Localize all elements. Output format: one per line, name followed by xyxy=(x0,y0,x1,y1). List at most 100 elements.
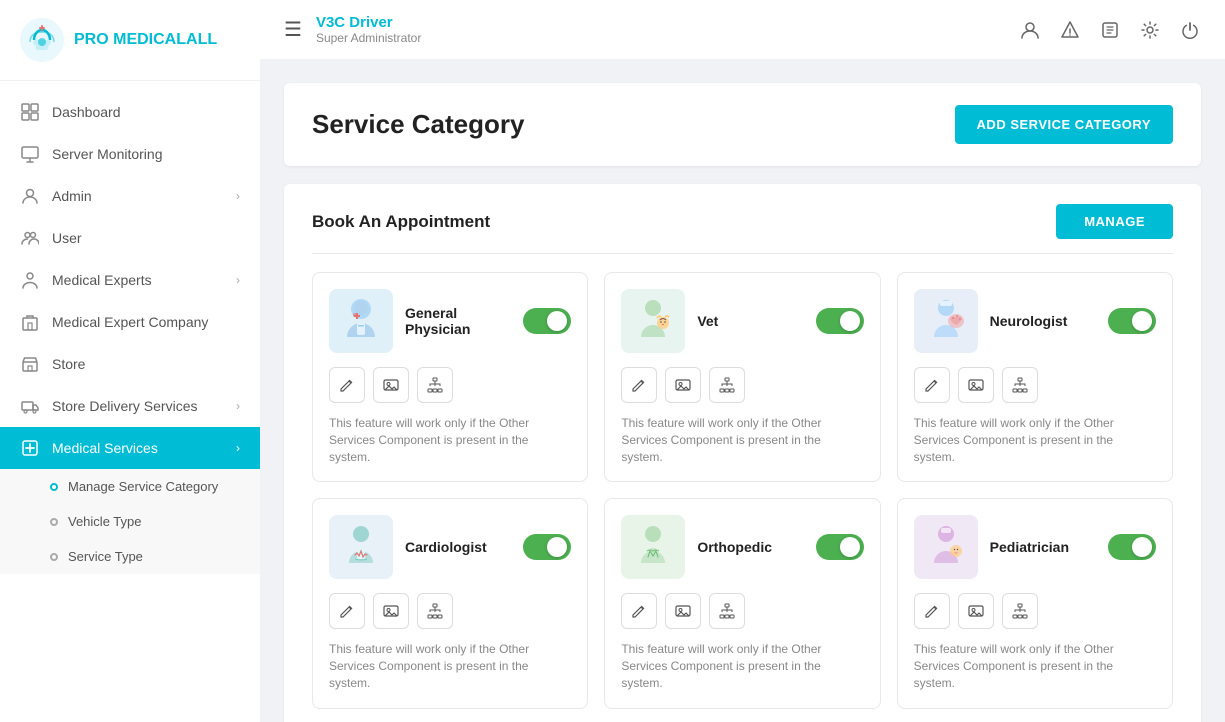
sidebar-logo: PRO MEDICALALL xyxy=(0,0,260,81)
content-area: Service Category ADD SERVICE CATEGORY Bo… xyxy=(260,59,1225,722)
sidebar-item-medical-services[interactable]: Medical Services › xyxy=(0,427,260,469)
image-action-button[interactable] xyxy=(665,593,701,629)
hamburger-button[interactable]: ☰ xyxy=(284,17,302,42)
sidebar-item-medical-expert-company[interactable]: Medical Expert Company xyxy=(0,301,260,343)
monitor-icon xyxy=(20,144,40,164)
edit-action-button[interactable] xyxy=(914,367,950,403)
user-icon[interactable] xyxy=(1019,19,1041,41)
image-action-button[interactable] xyxy=(958,593,994,629)
hierarchy-action-button[interactable] xyxy=(1002,593,1038,629)
service-card-cardiologist: Cardiologist This fea xyxy=(312,498,588,708)
add-service-category-button[interactable]: ADD SERVICE CATEGORY xyxy=(955,105,1173,144)
toggle-neurologist[interactable] xyxy=(1108,308,1156,334)
card-avatar xyxy=(914,515,978,579)
sidebar-sub-service-type[interactable]: Service Type xyxy=(0,539,260,574)
image-action-button[interactable] xyxy=(373,367,409,403)
alert-icon[interactable] xyxy=(1059,19,1081,41)
header: ☰ V3C Driver Super Administrator xyxy=(260,0,1225,59)
hierarchy-action-button[interactable] xyxy=(709,593,745,629)
edit-action-button[interactable] xyxy=(914,593,950,629)
image-action-button[interactable] xyxy=(665,367,701,403)
service-card-general-physician: General Physician Thi xyxy=(312,272,588,482)
card-top: Orthopedic xyxy=(621,515,863,579)
header-title: V3C Driver xyxy=(316,14,1005,31)
chevron-right-icon: › xyxy=(236,399,240,413)
card-actions xyxy=(914,367,1156,403)
sub-dot-icon xyxy=(50,518,58,526)
toggle-pediatrician[interactable] xyxy=(1108,534,1156,560)
sidebar-item-server-monitoring[interactable]: Server Monitoring xyxy=(0,133,260,175)
sidebar-item-store[interactable]: Store xyxy=(0,343,260,385)
card-avatar xyxy=(621,289,685,353)
card-name: Cardiologist xyxy=(405,539,511,555)
hierarchy-action-button[interactable] xyxy=(709,367,745,403)
toggle-orthopedic[interactable] xyxy=(816,534,864,560)
page-title: Service Category xyxy=(312,109,524,140)
card-actions xyxy=(914,593,1156,629)
card-name: Vet xyxy=(697,313,803,329)
edit-action-button[interactable] xyxy=(329,593,365,629)
card-name: General Physician xyxy=(405,305,511,337)
card-top: Pediatrician xyxy=(914,515,1156,579)
sidebar-item-store-delivery[interactable]: Store Delivery Services › xyxy=(0,385,260,427)
card-avatar xyxy=(621,515,685,579)
sidebar-item-medical-experts[interactable]: Medical Experts › xyxy=(0,259,260,301)
toggle-cardiologist[interactable] xyxy=(523,534,571,560)
sidebar-sub-manage-service-category[interactable]: Manage Service Category xyxy=(0,469,260,504)
medical-person-icon xyxy=(20,270,40,290)
chevron-right-icon: › xyxy=(236,189,240,203)
chevron-right-icon: › xyxy=(236,441,240,455)
sidebar-item-dashboard[interactable]: Dashboard xyxy=(0,91,260,133)
sidebar-item-admin[interactable]: Admin › xyxy=(0,175,260,217)
sub-item-label: Vehicle Type xyxy=(68,514,141,529)
card-name: Neurologist xyxy=(990,313,1096,329)
sub-item-label: Service Type xyxy=(68,549,143,564)
sidebar-navigation: Dashboard Server Monitoring Admin › User xyxy=(0,81,260,722)
hierarchy-action-button[interactable] xyxy=(1002,367,1038,403)
medical-cross-icon xyxy=(20,438,40,458)
sidebar-item-label: Dashboard xyxy=(52,104,121,120)
image-action-button[interactable] xyxy=(958,367,994,403)
toggle-vet[interactable] xyxy=(816,308,864,334)
card-top: General Physician xyxy=(329,289,571,353)
card-notice: This feature will work only if the Other… xyxy=(914,415,1156,465)
sidebar-sub-vehicle-type[interactable]: Vehicle Type xyxy=(0,504,260,539)
hierarchy-action-button[interactable] xyxy=(417,367,453,403)
dashboard-icon xyxy=(20,102,40,122)
sub-dot-icon xyxy=(50,553,58,561)
service-cards-grid: General Physician Thi xyxy=(312,272,1173,709)
book-appointment-section: Book An Appointment MANAGE xyxy=(284,184,1201,722)
edit-icon[interactable] xyxy=(1099,19,1121,41)
card-avatar xyxy=(914,289,978,353)
card-actions xyxy=(621,593,863,629)
hierarchy-action-button[interactable] xyxy=(417,593,453,629)
sidebar-item-user[interactable]: User xyxy=(0,217,260,259)
page-header: Service Category ADD SERVICE CATEGORY xyxy=(284,83,1201,166)
sidebar-item-label: Medical Services xyxy=(52,440,158,456)
people-icon xyxy=(20,228,40,248)
sub-dot-icon xyxy=(50,483,58,491)
sidebar-item-label: Store xyxy=(52,356,85,372)
service-card-pediatrician: Pediatrician This fea xyxy=(897,498,1173,708)
service-card-neurologist: Neurologist This feat xyxy=(897,272,1173,482)
card-notice: This feature will work only if the Other… xyxy=(329,415,571,465)
sidebar-item-label: Medical Expert Company xyxy=(52,314,208,330)
sidebar-item-label: Store Delivery Services xyxy=(52,398,198,414)
edit-action-button[interactable] xyxy=(621,367,657,403)
edit-action-button[interactable] xyxy=(329,367,365,403)
card-notice: This feature will work only if the Other… xyxy=(329,641,571,691)
header-subtitle: Super Administrator xyxy=(316,31,1005,45)
card-avatar xyxy=(329,515,393,579)
toggle-general-physician[interactable] xyxy=(523,308,571,334)
chevron-right-icon: › xyxy=(236,273,240,287)
manage-button[interactable]: MANAGE xyxy=(1056,204,1173,239)
logo-icon xyxy=(20,18,64,62)
settings-icon[interactable] xyxy=(1139,19,1161,41)
image-action-button[interactable] xyxy=(373,593,409,629)
service-card-vet: Vet This feature will xyxy=(604,272,880,482)
card-avatar xyxy=(329,289,393,353)
main-area: ☰ V3C Driver Super Administrator xyxy=(260,0,1225,722)
edit-action-button[interactable] xyxy=(621,593,657,629)
power-icon[interactable] xyxy=(1179,19,1201,41)
card-actions xyxy=(329,593,571,629)
